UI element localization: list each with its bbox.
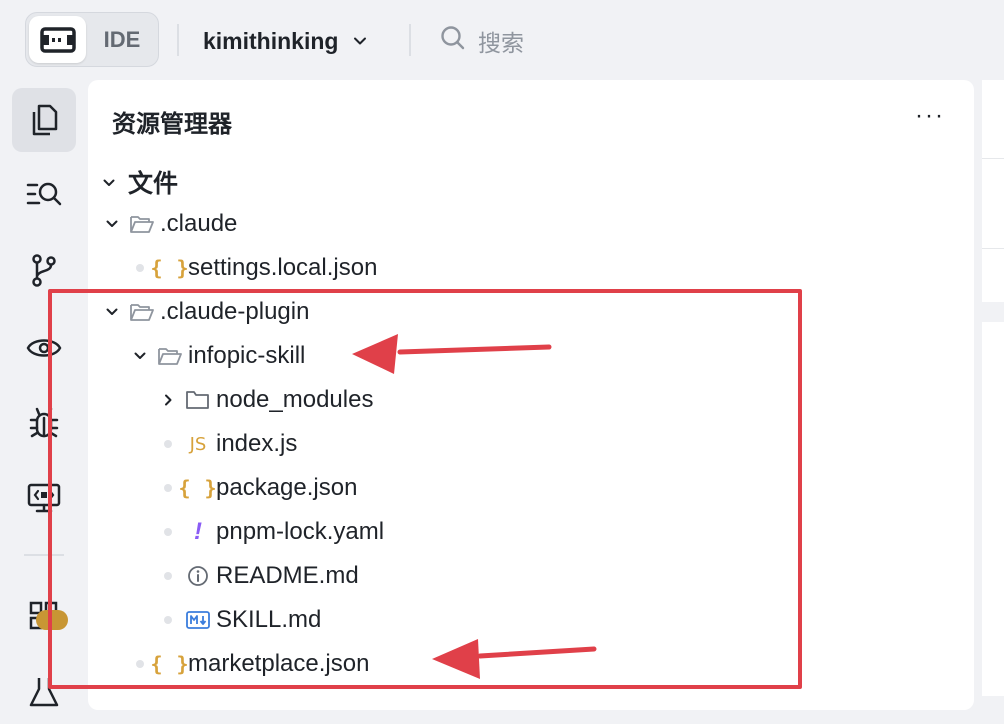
annotation-arrows <box>352 334 597 679</box>
annotation-arrow-infopic <box>397 344 552 355</box>
annotation-arrowhead-marketplace <box>432 639 480 679</box>
annotation-arrowhead-infopic <box>352 334 398 374</box>
annotation-arrow-marketplace <box>477 646 597 659</box>
